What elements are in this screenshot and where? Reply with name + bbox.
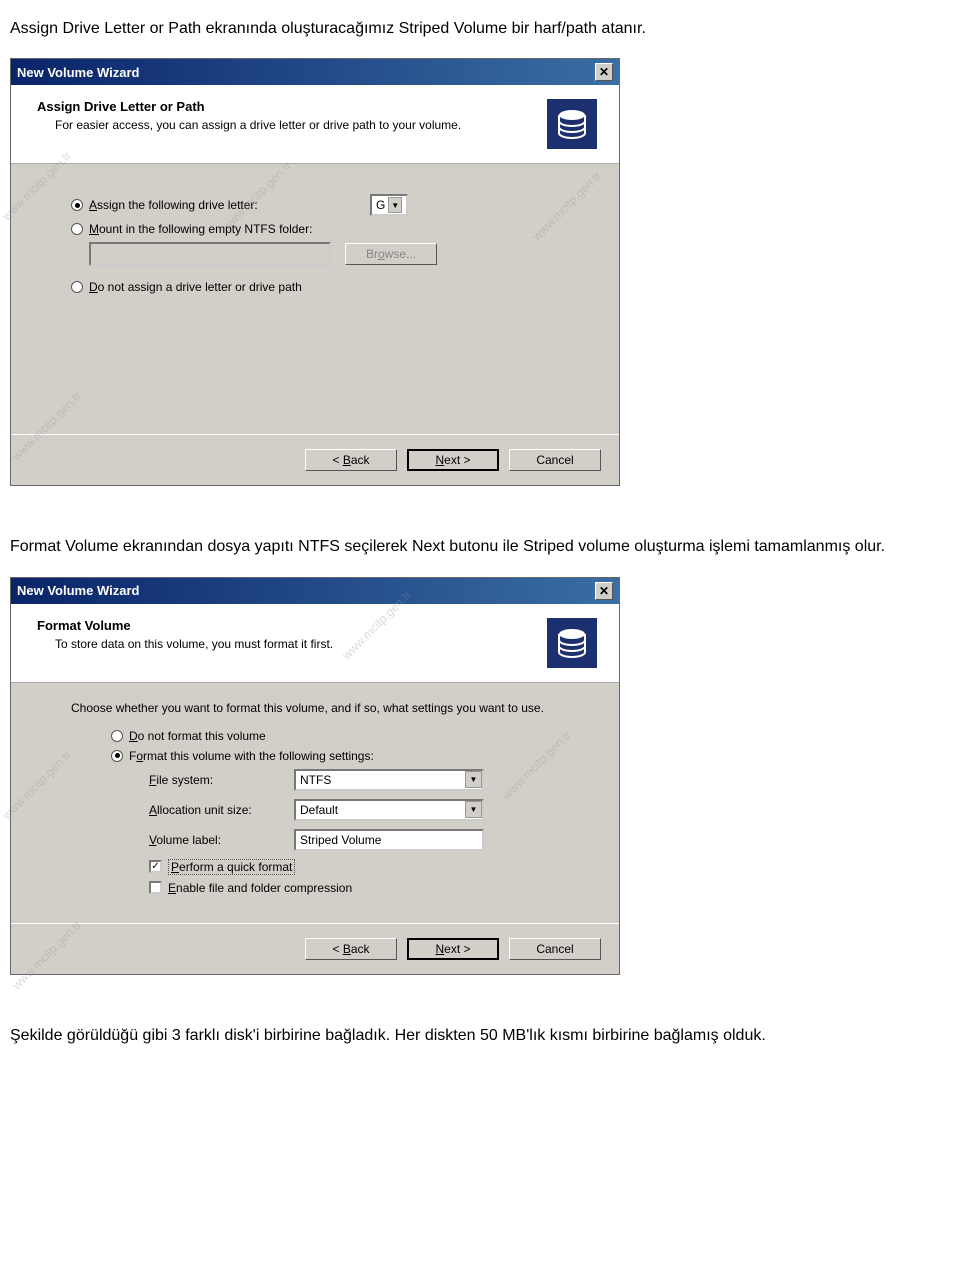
wizard-format-volume: New Volume Wizard ✕ Format Volume To sto… (10, 577, 620, 975)
close-icon[interactable]: ✕ (595, 582, 613, 600)
radio-icon (111, 730, 123, 742)
option-assign-letter[interactable]: Assign the following drive letter: G ▼ (71, 194, 579, 216)
mount-path-input (89, 242, 331, 266)
radio-icon (71, 281, 83, 293)
page-title: Assign Drive Letter or Path (37, 99, 533, 114)
checkbox-icon (149, 881, 162, 894)
checkbox-icon: ✓ (149, 860, 162, 873)
volume-label-label: Volume label: (149, 833, 294, 847)
paragraph-2: Format Volume ekranından dosya yapıtı NT… (10, 536, 950, 558)
option-mount-folder[interactable]: Mount in the following empty NTFS folder… (71, 222, 579, 236)
browse-button: Browse... (345, 243, 437, 265)
filesystem-value: NTFS (300, 773, 331, 787)
filesystem-label: File system: (149, 773, 294, 787)
disk-stack-icon (547, 99, 597, 149)
radio-icon (71, 199, 83, 211)
cancel-button[interactable]: Cancel (509, 449, 601, 471)
radio-label: Assign the following drive letter: (89, 198, 364, 212)
window-title: New Volume Wizard (17, 583, 139, 598)
volume-label-input[interactable]: Striped Volume (294, 829, 484, 851)
next-button[interactable]: Next > (407, 449, 499, 471)
wizard-header: Assign Drive Letter or Path For easier a… (11, 85, 619, 164)
window-title: New Volume Wizard (17, 65, 139, 80)
wizard-buttons: < Back Next > Cancel (11, 923, 619, 974)
quick-format-checkbox[interactable]: ✓ Perform a quick format (149, 859, 579, 875)
close-icon[interactable]: ✕ (595, 63, 613, 81)
page-subtitle: To store data on this volume, you must f… (55, 637, 533, 651)
cancel-button[interactable]: Cancel (509, 938, 601, 960)
filesystem-dropdown[interactable]: NTFS ▼ (294, 769, 484, 791)
page-subtitle: For easier access, you can assign a driv… (55, 118, 533, 132)
allocation-dropdown[interactable]: Default ▼ (294, 799, 484, 821)
option-format-settings[interactable]: Format this volume with the following se… (111, 749, 579, 763)
instruction-text: Choose whether you want to format this v… (71, 701, 579, 715)
volume-label-row: Volume label: Striped Volume (149, 829, 579, 851)
wizard-assign-drive: New Volume Wizard ✕ Assign Drive Letter … (10, 58, 620, 486)
format-settings: File system: NTFS ▼ Allocation unit size… (149, 769, 579, 895)
compression-label: Enable file and folder compression (168, 881, 352, 895)
paragraph-3: Şekilde görüldüğü gibi 3 farklı disk'i b… (10, 1025, 950, 1047)
filesystem-row: File system: NTFS ▼ (149, 769, 579, 791)
radio-icon (71, 223, 83, 235)
paragraph-1: Assign Drive Letter or Path ekranında ol… (10, 18, 950, 40)
back-button[interactable]: < Back (305, 449, 397, 471)
allocation-label: Allocation unit size: (149, 803, 294, 817)
quick-format-label: Perform a quick format (168, 859, 295, 875)
titlebar: New Volume Wizard ✕ (11, 59, 619, 85)
option-no-format[interactable]: Do not format this volume (111, 729, 579, 743)
chevron-down-icon: ▼ (465, 771, 482, 788)
wizard-buttons: < Back Next > Cancel (11, 434, 619, 485)
compression-checkbox[interactable]: Enable file and folder compression (149, 881, 579, 895)
radio-label: Do not assign a drive letter or drive pa… (89, 280, 302, 294)
radio-icon (111, 750, 123, 762)
option-no-assign[interactable]: Do not assign a drive letter or drive pa… (71, 280, 579, 294)
wizard-header: Format Volume To store data on this volu… (11, 604, 619, 683)
radio-label: Format this volume with the following se… (129, 749, 374, 763)
drive-letter-dropdown[interactable]: G ▼ (370, 194, 408, 216)
radio-label: Mount in the following empty NTFS folder… (89, 222, 312, 236)
disk-stack-icon (547, 618, 597, 668)
allocation-value: Default (300, 803, 338, 817)
next-button[interactable]: Next > (407, 938, 499, 960)
radio-label: Do not format this volume (129, 729, 266, 743)
back-button[interactable]: < Back (305, 938, 397, 960)
wizard-body: Choose whether you want to format this v… (11, 683, 619, 923)
drive-letter-value: G (376, 198, 385, 212)
chevron-down-icon: ▼ (388, 197, 402, 213)
titlebar: New Volume Wizard ✕ (11, 578, 619, 604)
mount-path-row: Browse... (89, 242, 579, 266)
chevron-down-icon: ▼ (465, 801, 482, 818)
wizard-body: Assign the following drive letter: G ▼ M… (11, 164, 619, 434)
allocation-row: Allocation unit size: Default ▼ (149, 799, 579, 821)
page-title: Format Volume (37, 618, 533, 633)
